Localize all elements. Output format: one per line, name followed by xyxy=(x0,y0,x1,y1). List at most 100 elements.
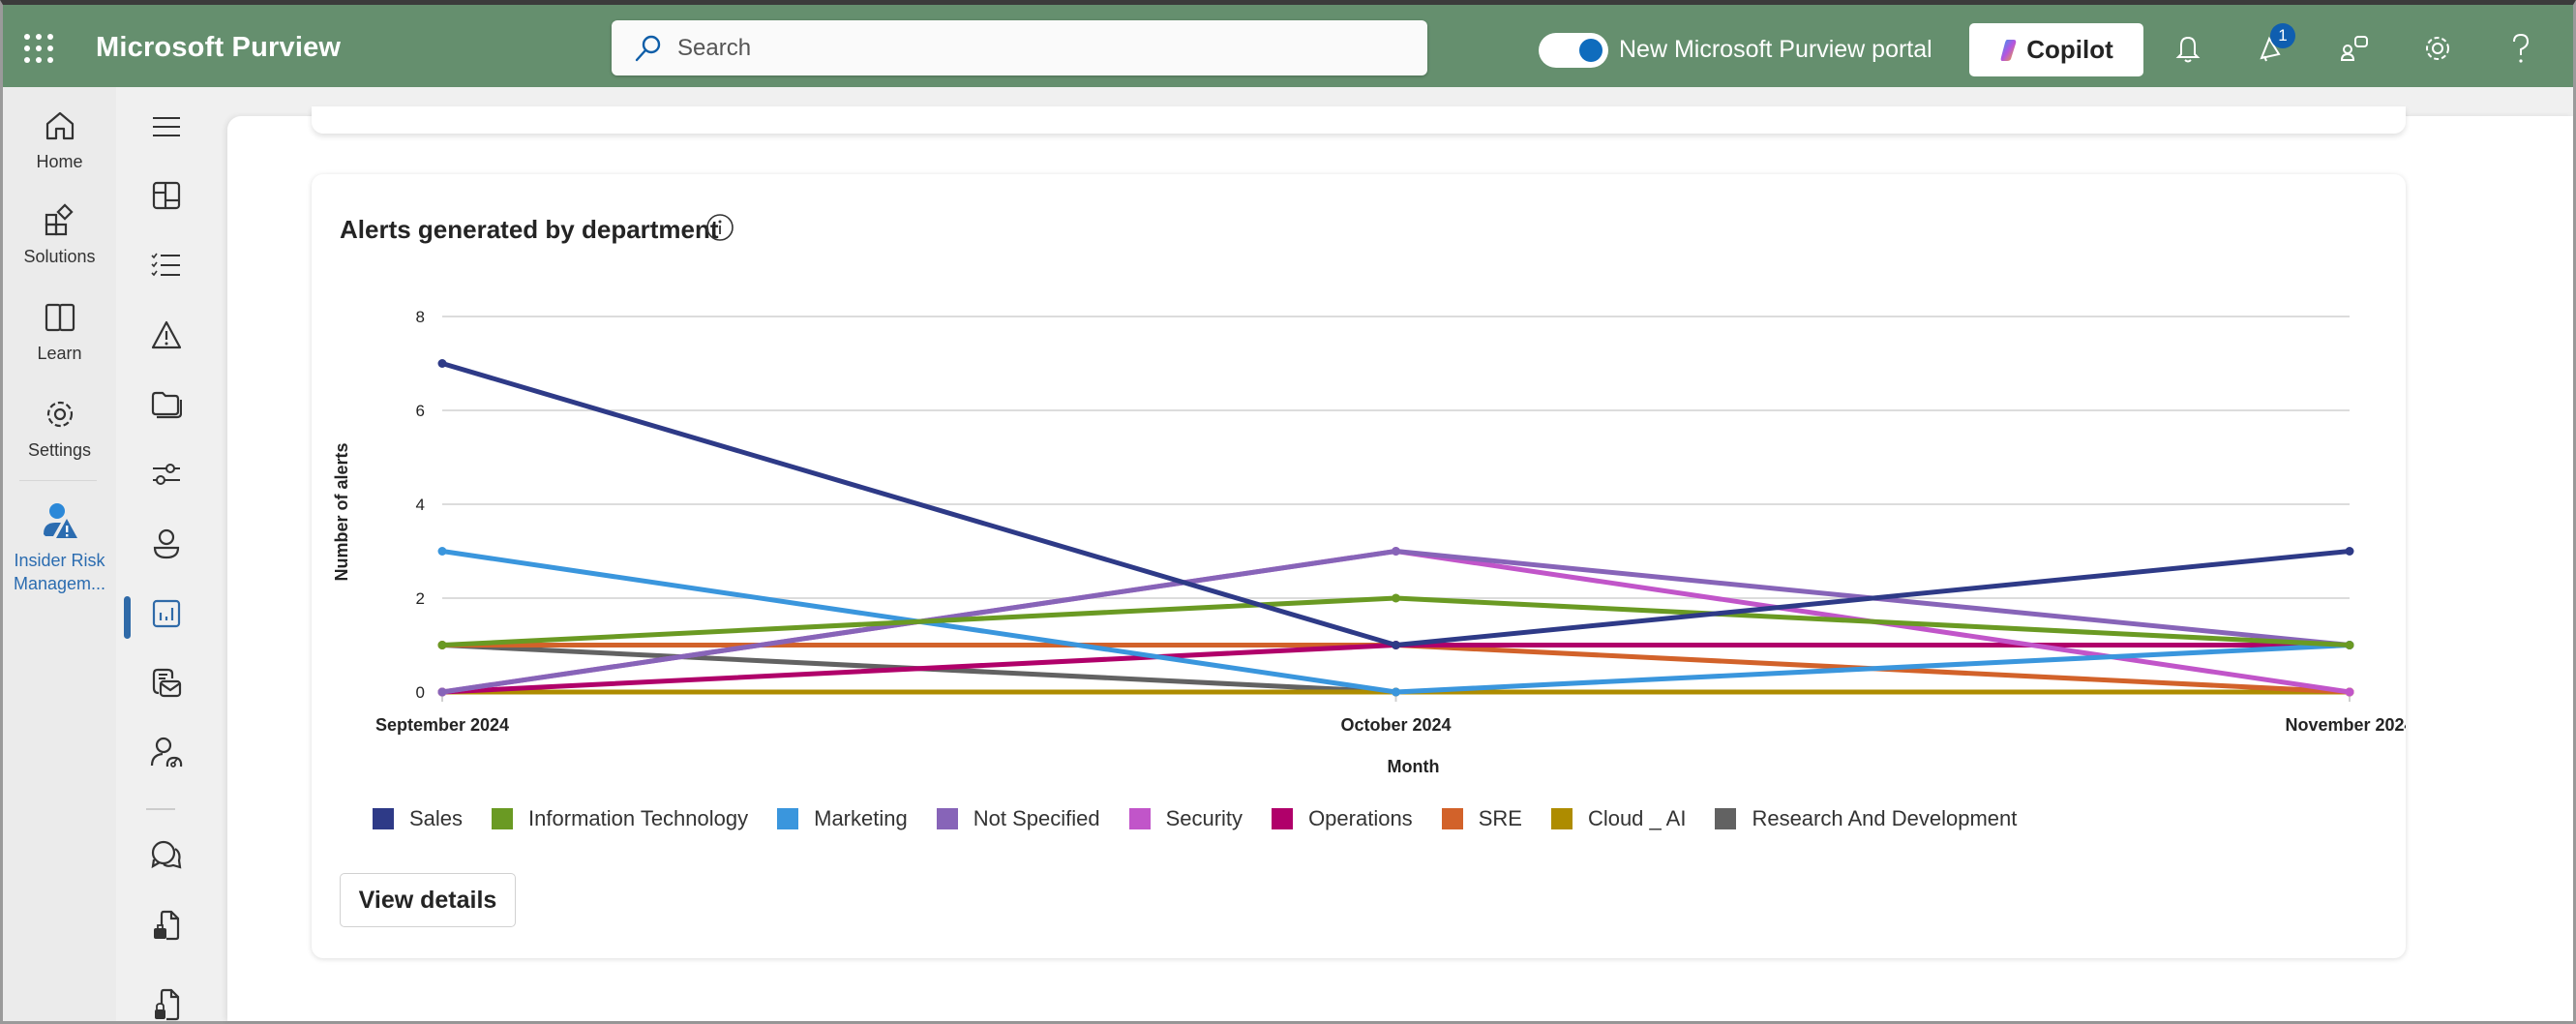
y-tick-label: 4 xyxy=(416,496,425,514)
reports-chart-icon[interactable] xyxy=(143,590,190,637)
overview-icon[interactable] xyxy=(143,172,190,219)
notice-templates-mail-icon[interactable] xyxy=(143,660,190,707)
legend-item[interactable]: Cloud _ AI xyxy=(1550,806,1687,831)
community-people-icon[interactable] xyxy=(2337,31,2372,66)
toggle-knob xyxy=(1579,39,1603,62)
rail-item-label: Learn xyxy=(37,344,82,363)
legend-swatch xyxy=(1441,808,1463,829)
notifications-bell-icon[interactable] xyxy=(2171,31,2205,66)
x-tick-label: September 2024 xyxy=(375,715,509,735)
collapse-menu-icon[interactable] xyxy=(143,104,190,150)
gear-icon xyxy=(46,401,73,428)
rail-item-label: Home xyxy=(36,152,83,171)
communication-chat-icon[interactable] xyxy=(143,832,190,879)
legend-swatch xyxy=(1550,808,1573,829)
alerts-by-department-card: Alerts generated by department 0 2 4 6 8 Sept… xyxy=(312,174,2406,958)
active-indicator xyxy=(124,596,131,639)
series-line-not-specified[interactable] xyxy=(439,549,2352,695)
top-bar: Microsoft Purview New Microsoft Purview … xyxy=(3,5,2573,87)
legend-item[interactable]: Marketing xyxy=(777,806,908,831)
data-point[interactable] xyxy=(1392,687,1400,697)
legend-swatch xyxy=(1128,808,1151,829)
legend-item[interactable]: Operations xyxy=(1272,806,1413,831)
new-portal-toggle[interactable] xyxy=(1539,33,1608,68)
y-tick-label: 8 xyxy=(416,308,425,326)
legend-swatch xyxy=(373,808,394,829)
notification-count-badge: 1 xyxy=(2270,23,2295,48)
rail-item-label: Solutions xyxy=(23,247,96,266)
help-question-icon[interactable] xyxy=(2503,31,2538,66)
checklist-icon[interactable] xyxy=(143,242,190,288)
previous-card xyxy=(312,106,2406,134)
app-launcher-icon[interactable] xyxy=(24,34,53,63)
rail-item-home[interactable]: Home xyxy=(3,108,116,172)
rail-item-solutions[interactable]: Solutions xyxy=(3,203,116,267)
y-axis-title: Number of alerts xyxy=(332,442,351,581)
briefcase-file-icon[interactable] xyxy=(143,902,190,949)
view-details-button[interactable]: View details xyxy=(340,873,516,927)
line-chart: 0 2 4 6 8 September 2024 October 2024 November … xyxy=(332,308,2406,776)
lock-file-icon[interactable] xyxy=(143,981,190,1024)
copilot-button[interactable]: Copilot xyxy=(1969,23,2143,76)
legend-swatch xyxy=(1715,808,1737,829)
y-tick-label: 2 xyxy=(416,589,425,608)
data-point[interactable] xyxy=(2345,687,2354,697)
series-line-security[interactable] xyxy=(439,549,2352,695)
legend-item[interactable]: Security xyxy=(1128,806,1243,831)
rail-item-label: Settings xyxy=(27,440,92,460)
new-portal-toggle-label: New Microsoft Purview portal xyxy=(1619,36,1932,63)
legend-label: Research And Development xyxy=(1752,806,2018,830)
chart-legend: Sales Information Technology Marketing Not … xyxy=(373,806,2046,831)
secondary-nav xyxy=(116,87,227,1021)
cases-folder-icon[interactable] xyxy=(143,381,190,428)
data-point[interactable] xyxy=(1392,593,1400,603)
app-title[interactable]: Microsoft Purview xyxy=(96,32,341,64)
copilot-label: Copilot xyxy=(2026,35,2113,64)
left-rail: Home Solutions Learn Settings Insider Ri… xyxy=(3,87,116,1021)
rail-item-insider-risk-management[interactable]: Insider Risk Managem... xyxy=(3,501,116,596)
policies-sliders-icon[interactable] xyxy=(143,451,190,497)
legend-label: Cloud _ AI xyxy=(1587,806,1687,830)
users-person-icon[interactable] xyxy=(143,521,190,567)
rail-item-settings[interactable]: Settings xyxy=(3,397,116,461)
legend-swatch xyxy=(1272,808,1294,829)
data-point[interactable] xyxy=(437,641,447,649)
legend-label: Sales xyxy=(409,806,464,830)
series-line-information-technology[interactable] xyxy=(439,595,2352,648)
legend-item[interactable]: SRE xyxy=(1441,806,1522,831)
x-tick-label: October 2024 xyxy=(1340,715,1451,735)
copilot-logo-icon xyxy=(2000,39,2017,61)
data-point[interactable] xyxy=(1392,641,1400,649)
search-icon xyxy=(635,35,661,61)
alerts-warning-icon[interactable] xyxy=(143,312,190,358)
legend-swatch xyxy=(492,808,514,829)
legend-item[interactable]: Not Specified xyxy=(936,806,1100,831)
legend-label: SRE xyxy=(1478,806,1522,830)
rail-item-learn[interactable]: Learn xyxy=(3,300,116,364)
search-box[interactable] xyxy=(612,20,1427,75)
data-point[interactable] xyxy=(437,359,447,368)
rail-item-label: Insider Risk Managem... xyxy=(13,551,106,594)
legend-label: Not Specified xyxy=(973,806,1100,830)
y-tick-label: 6 xyxy=(416,402,425,420)
legend-swatch xyxy=(936,808,958,829)
legend-item[interactable]: Sales xyxy=(373,806,463,831)
main-content: Alerts generated by department 0 2 4 6 8 Sept… xyxy=(227,106,2573,1021)
data-point[interactable] xyxy=(437,687,447,697)
legend-item[interactable]: Information Technology xyxy=(492,806,748,831)
series-line-marketing[interactable] xyxy=(439,549,2352,695)
book-icon xyxy=(45,303,75,332)
rail-divider xyxy=(19,480,97,481)
legend-label: Operations xyxy=(1308,806,1413,830)
data-point[interactable] xyxy=(1392,547,1400,556)
legend-label: Information Technology xyxy=(528,806,749,830)
search-input[interactable] xyxy=(677,34,1413,62)
nav-divider xyxy=(146,808,175,810)
data-point[interactable] xyxy=(2345,547,2354,556)
data-point[interactable] xyxy=(2345,641,2354,649)
data-point[interactable] xyxy=(437,547,447,556)
user-activity-gauge-icon[interactable] xyxy=(143,730,190,776)
legend-item[interactable]: Research And Development xyxy=(1715,806,2017,831)
y-tick-label: 0 xyxy=(416,683,425,702)
settings-gear-icon[interactable] xyxy=(2420,31,2455,66)
